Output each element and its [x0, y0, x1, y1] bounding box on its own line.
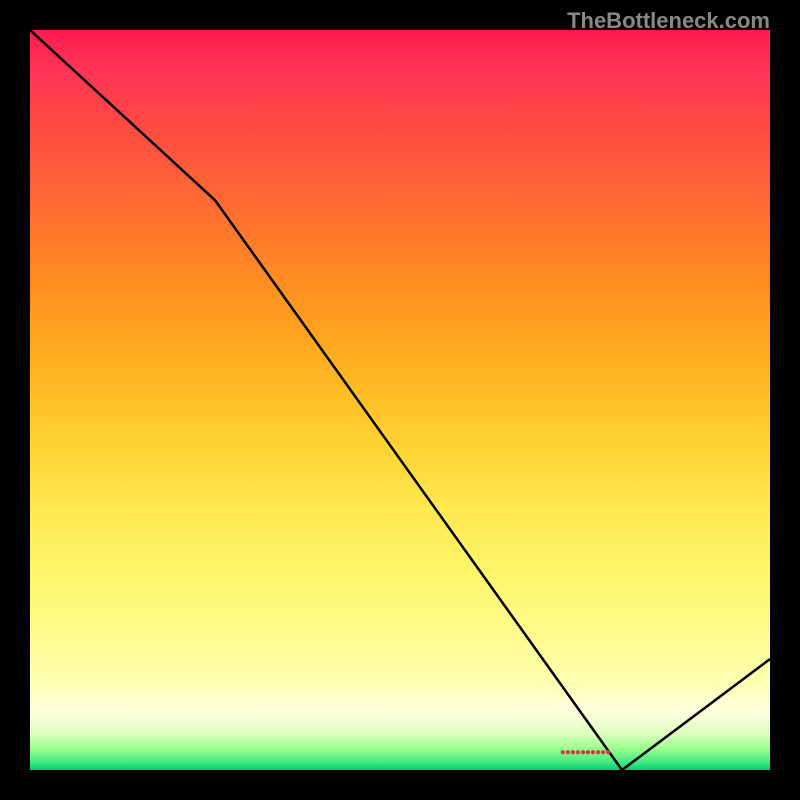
- chart-line-svg: [30, 30, 770, 770]
- bottleneck-curve-line: [30, 30, 770, 770]
- curve-minimum-marker: ●●●●●●●●●●: [560, 747, 610, 758]
- watermark-text: TheBottleneck.com: [567, 8, 770, 34]
